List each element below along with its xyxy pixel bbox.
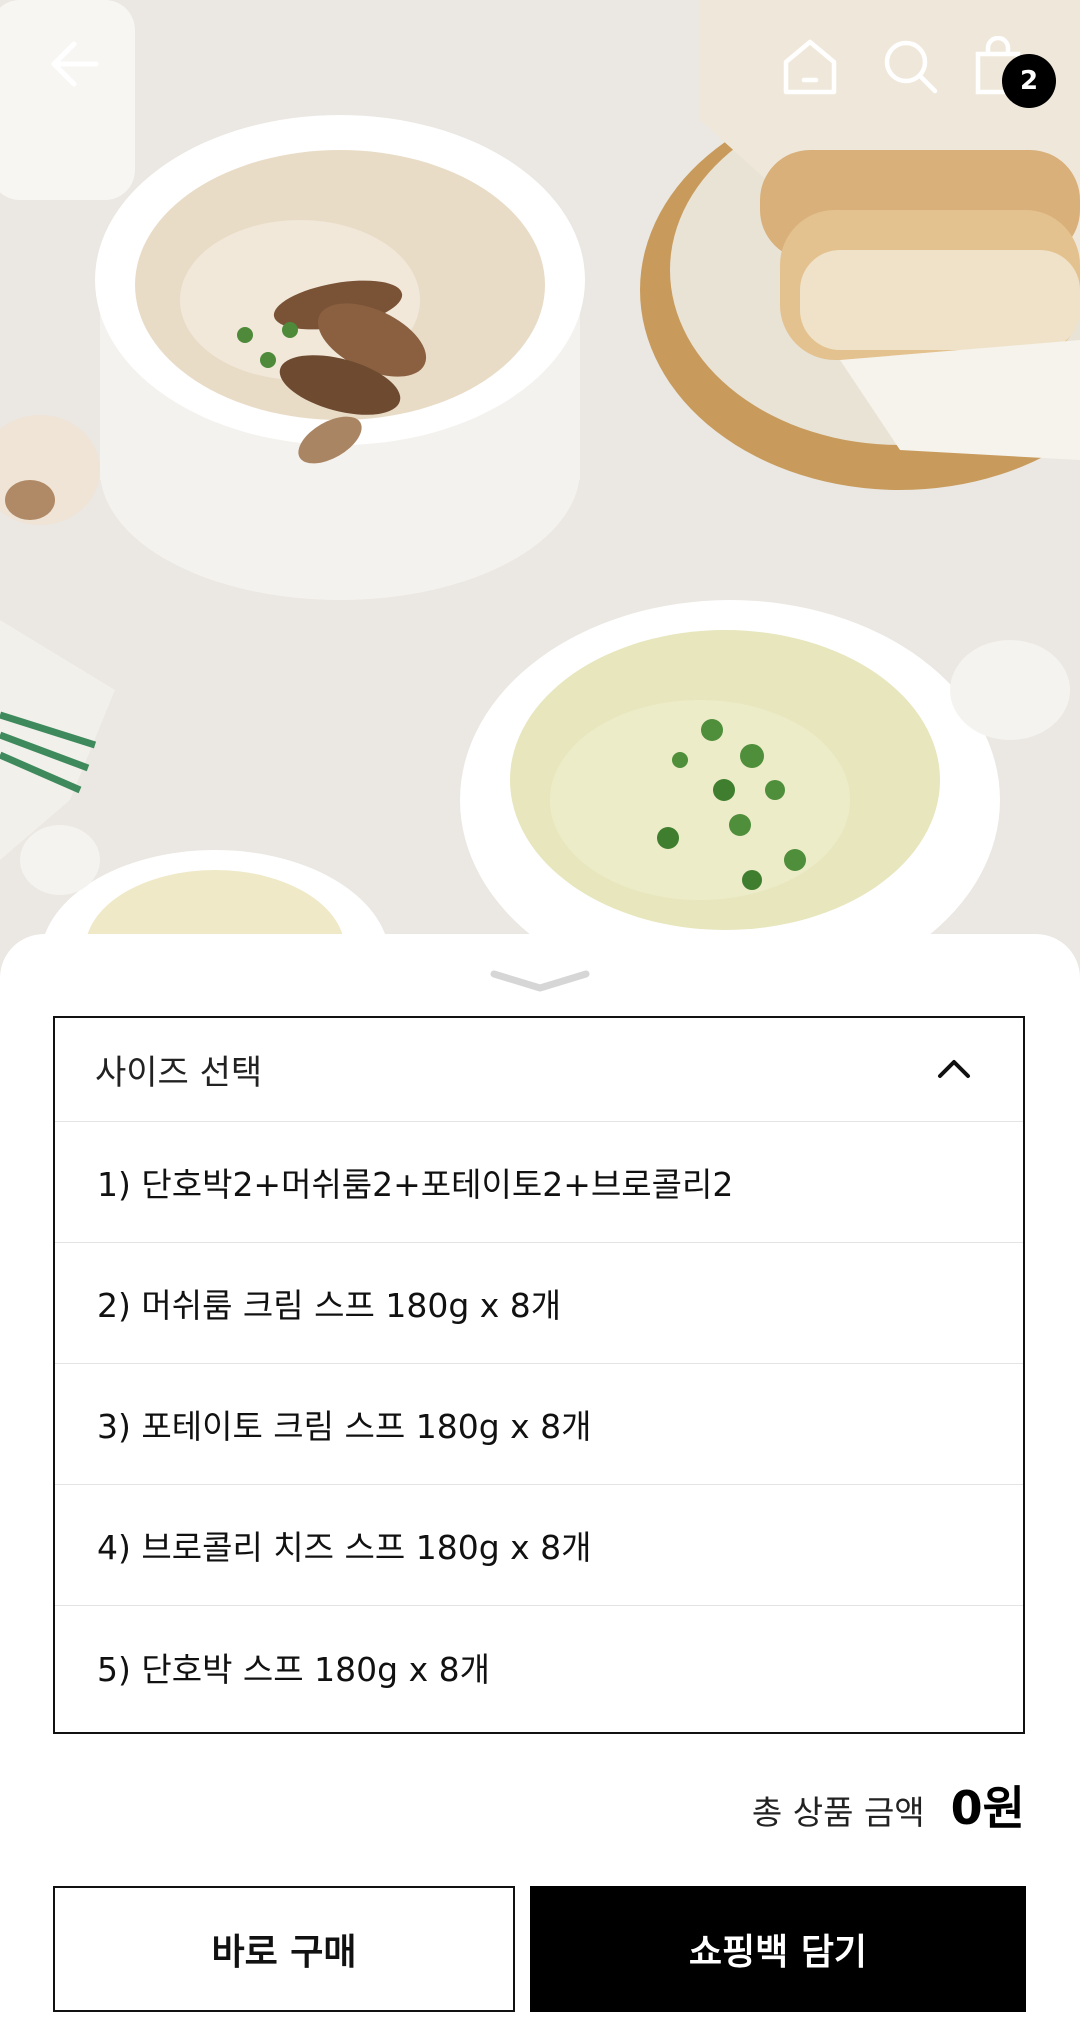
size-option[interactable]: 1) 단호박2+머쉬룸2+포테이토2+브로콜리2 — [55, 1122, 1023, 1243]
size-select-header[interactable]: 사이즈 선택 — [55, 1018, 1023, 1122]
option-bottom-sheet: 사이즈 선택 1) 단호박2+머쉬룸2+포테이토2+브로콜리2 2) 머쉬룸 크… — [0, 934, 1080, 2044]
size-select-label: 사이즈 선택 — [95, 1053, 263, 1093]
search-icon[interactable] — [880, 36, 944, 100]
top-navigation: 2 — [0, 0, 1080, 140]
buy-now-button[interactable]: 바로 구매 — [53, 1886, 515, 2012]
total-price-value: 0원 — [950, 1781, 1025, 1835]
size-select-dropdown: 사이즈 선택 1) 단호박2+머쉬룸2+포테이토2+브로콜리2 2) 머쉬룸 크… — [53, 1016, 1025, 1734]
chevron-up-icon — [937, 1057, 971, 1083]
total-price-label: 총 상품 금액 — [751, 1793, 925, 1832]
add-to-bag-button[interactable]: 쇼핑백 담기 — [530, 1886, 1026, 2012]
home-icon[interactable] — [780, 36, 844, 100]
back-arrow-icon[interactable] — [46, 36, 110, 100]
size-option[interactable]: 2) 머쉬룸 크림 스프 180g x 8개 — [55, 1243, 1023, 1364]
product-image: 2 — [0, 0, 1080, 980]
sheet-handle-chevron-icon[interactable] — [488, 966, 592, 994]
size-option[interactable]: 5) 단호박 스프 180g x 8개 — [55, 1606, 1023, 1727]
size-option[interactable]: 4) 브로콜리 치즈 스프 180g x 8개 — [55, 1485, 1023, 1606]
size-option[interactable]: 3) 포테이토 크림 스프 180g x 8개 — [55, 1364, 1023, 1485]
cart-count-badge: 2 — [1002, 54, 1056, 108]
total-price: 총 상품 금액 0원 — [752, 1772, 1025, 1838]
